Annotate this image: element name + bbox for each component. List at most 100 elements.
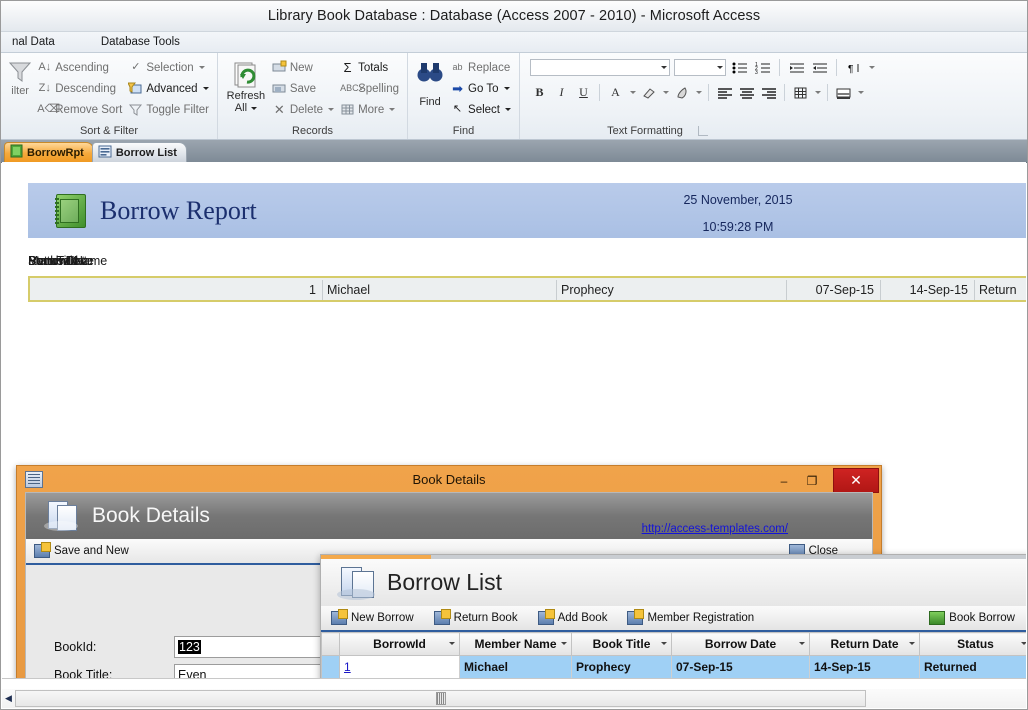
grid-col-return-date[interactable]: Return Date	[810, 633, 920, 656]
report-data-row[interactable]: 1 Michael Prophecy 07-Sep-15 14-Sep-15 R…	[28, 276, 1026, 302]
go-to-button[interactable]: ➡ Go To	[447, 79, 514, 98]
chevron-down-icon[interactable]	[717, 66, 723, 69]
save-and-new-button[interactable]: Save and New	[26, 544, 137, 558]
background-color-button[interactable]	[672, 83, 691, 102]
add-book-button[interactable]: Add Book	[528, 611, 618, 625]
font-color-button[interactable]: A	[606, 83, 625, 102]
decrease-indent-button[interactable]	[787, 58, 806, 77]
select-button[interactable]: ↖ Select	[447, 100, 514, 119]
underline-button[interactable]: U	[574, 83, 593, 102]
chevron-down-icon[interactable]	[869, 66, 875, 69]
chevron-down-icon[interactable]	[389, 108, 395, 111]
chevron-down-icon[interactable]	[199, 66, 205, 69]
descending-label: Descending	[55, 83, 116, 95]
chevron-down-icon[interactable]	[251, 107, 257, 110]
object-tab-borrowrpt[interactable]: BorrowRpt	[4, 142, 94, 162]
ribbon-tab-external-data[interactable]: nal Data	[3, 34, 64, 51]
horizontal-scrollbar[interactable]: ◀	[2, 689, 1026, 708]
chevron-down-icon[interactable]	[328, 108, 334, 111]
bold-button[interactable]: B	[530, 83, 549, 102]
cell-borrowid[interactable]: 1	[340, 656, 460, 679]
chevron-down-icon[interactable]	[661, 642, 667, 645]
descending-button[interactable]: Z↓ Descending	[34, 79, 125, 98]
access-templates-link[interactable]: http://access-templates.com/	[642, 523, 788, 535]
font-name-combobox[interactable]	[530, 59, 670, 76]
cell-borrow-date[interactable]: 07-Sep-15	[672, 656, 810, 679]
borrowid-link[interactable]: 1	[344, 660, 351, 674]
chevron-down-icon[interactable]	[815, 91, 821, 94]
bulleted-list-button[interactable]	[730, 58, 749, 77]
ascending-button[interactable]: A↓ Ascending	[34, 58, 125, 77]
scroll-track[interactable]	[15, 690, 866, 707]
cell-member-name[interactable]: Michael	[460, 656, 572, 679]
replace-button[interactable]: ab Replace	[447, 58, 514, 77]
remove-sort-button[interactable]: A⌫ Remove Sort	[34, 100, 125, 119]
text-direction-button[interactable]: ¶	[844, 58, 863, 77]
book-details-title-bar[interactable]: Book Details – ❐ ✕	[17, 466, 881, 492]
chevron-down-icon[interactable]	[505, 108, 511, 111]
new-record-button[interactable]: New	[269, 58, 337, 77]
borrow-list-window[interactable]: Borrow List New Borrow Return Book Add B…	[320, 554, 1026, 678]
book-details-window-title: Book Details	[17, 472, 881, 487]
chevron-down-icon[interactable]	[696, 91, 702, 94]
align-left-button[interactable]	[715, 83, 734, 102]
increase-indent-button[interactable]	[810, 58, 829, 77]
close-button[interactable]: ✕	[833, 468, 879, 493]
selection-button[interactable]: ✓ Selection	[125, 58, 212, 77]
new-borrow-button[interactable]: New Borrow	[321, 611, 424, 625]
grid-col-borrowid[interactable]: BorrowId	[340, 633, 460, 656]
advanced-button[interactable]: Advanced	[125, 79, 212, 98]
member-registration-button[interactable]: Member Registration	[617, 611, 764, 625]
chevron-down-icon[interactable]	[1021, 642, 1026, 645]
chevron-down-icon[interactable]	[449, 642, 455, 645]
filter-icon[interactable]	[7, 59, 33, 85]
text-highlight-button[interactable]	[639, 83, 658, 102]
chevron-down-icon[interactable]	[203, 87, 209, 90]
maximize-button[interactable]: ❐	[801, 471, 823, 490]
toggle-filter-button[interactable]: Toggle Filter	[125, 100, 212, 119]
spelling-button[interactable]: ABC✓ Spelling	[337, 79, 402, 98]
cell-return-date[interactable]: 14-Sep-15	[810, 656, 920, 679]
object-tab-borrow-list[interactable]: Borrow List	[92, 142, 187, 162]
ribbon-tab-database-tools[interactable]: Database Tools	[92, 34, 189, 51]
cell-book-title[interactable]: Prophecy	[572, 656, 672, 679]
chevron-down-icon[interactable]	[858, 91, 864, 94]
chevron-down-icon[interactable]	[630, 91, 636, 94]
grid-col-status[interactable]: Status	[920, 633, 1027, 656]
chevron-down-icon[interactable]	[561, 642, 567, 645]
align-right-button[interactable]	[759, 83, 778, 102]
scroll-thumb[interactable]	[436, 692, 446, 705]
font-size-combobox[interactable]	[674, 59, 726, 76]
row-selector[interactable]	[322, 656, 340, 679]
grid-col-member-name[interactable]: Member Name	[460, 633, 572, 656]
totals-button[interactable]: Σ Totals	[337, 58, 402, 77]
text-formatting-dialog-launcher[interactable]	[698, 126, 708, 136]
spelling-icon: ABC✓	[340, 81, 355, 96]
align-center-button[interactable]	[737, 83, 756, 102]
chevron-down-icon[interactable]	[663, 91, 669, 94]
scroll-left-button[interactable]: ◀	[2, 690, 15, 707]
chevron-down-icon[interactable]	[909, 642, 915, 645]
chevron-down-icon[interactable]	[799, 642, 805, 645]
numbered-list-button[interactable]: 123	[753, 58, 772, 77]
grid-col-borrow-date[interactable]: Borrow Date	[672, 633, 810, 656]
add-book-icon	[538, 611, 554, 625]
alternate-fill-button[interactable]	[834, 83, 853, 102]
chevron-down-icon[interactable]	[504, 87, 510, 90]
report-datetime: 25 November, 2015 10:59:28 PM	[588, 189, 888, 238]
select-all-corner[interactable]	[322, 633, 340, 656]
return-book-button[interactable]: Return Book	[424, 611, 528, 625]
chevron-down-icon[interactable]	[661, 66, 667, 69]
italic-button[interactable]: I	[552, 83, 571, 102]
more-button[interactable]: More	[337, 100, 402, 119]
minimize-button[interactable]: –	[773, 471, 795, 490]
find-button[interactable]: Find	[413, 57, 447, 108]
grid-col-book-title[interactable]: Book Title	[572, 633, 672, 656]
refresh-all-button[interactable]: Refresh All	[223, 57, 269, 114]
table-row[interactable]: 1 Michael Prophecy 07-Sep-15 14-Sep-15 R…	[322, 656, 1027, 679]
cell-status[interactable]: Returned	[920, 656, 1027, 679]
delete-record-button[interactable]: ✕ Delete	[269, 100, 337, 119]
gridlines-button[interactable]	[791, 83, 810, 102]
book-borrow-button[interactable]: Book Borrow	[919, 611, 1025, 625]
save-record-button[interactable]: Save	[269, 79, 337, 98]
